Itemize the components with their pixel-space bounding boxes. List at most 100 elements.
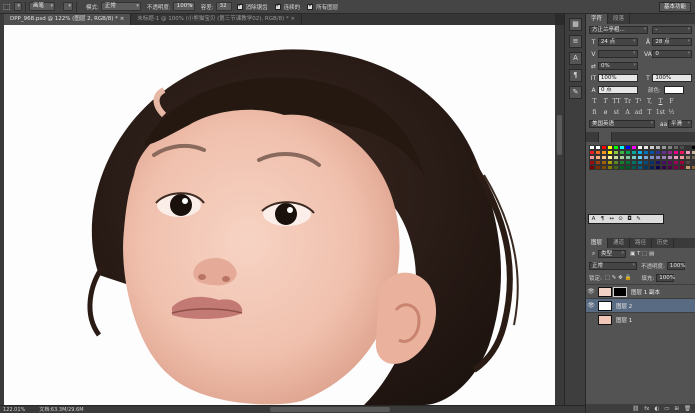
eye-icon[interactable]: 👁 bbox=[586, 288, 596, 295]
brush-icon[interactable]: ✎ bbox=[569, 86, 582, 99]
layer-filter-dropdown[interactable]: 类型 ▾ bbox=[598, 250, 626, 258]
tab-paragraph[interactable]: 段落 bbox=[608, 14, 631, 24]
fill-input[interactable]: 100% bbox=[656, 274, 675, 282]
faux-bold-button[interactable]: T bbox=[589, 98, 600, 105]
old-style-button[interactable]: ø bbox=[600, 109, 611, 116]
font-style-dropdown[interactable]: - ▾ bbox=[652, 26, 692, 34]
all-layers-checkbox[interactable] bbox=[307, 2, 313, 10]
fractions-button[interactable]: ½ bbox=[666, 109, 677, 116]
font-family-dropdown[interactable]: 方正兰亭粗... ▾ bbox=[589, 26, 649, 34]
document-canvas[interactable] bbox=[4, 25, 555, 405]
layer-opacity-input[interactable]: 100% bbox=[666, 262, 686, 270]
tolerance-input[interactable]: 32 bbox=[215, 2, 232, 11]
camera-icon[interactable]: ◘ bbox=[625, 216, 634, 222]
layer-row[interactable]: 👁 图层 1 副本 bbox=[586, 284, 695, 298]
scroll-thumb[interactable] bbox=[557, 115, 562, 155]
horizontal-scroll-thumb[interactable] bbox=[270, 407, 390, 412]
faux-italic-button[interactable]: T bbox=[600, 98, 611, 105]
anti-alias-checkbox[interactable] bbox=[236, 2, 243, 10]
vertical-scale-input[interactable]: 100% bbox=[597, 74, 638, 82]
eye-icon[interactable]: 👁 bbox=[586, 302, 596, 309]
contiguous-checkbox[interactable] bbox=[274, 2, 281, 10]
A-icon[interactable]: A bbox=[589, 216, 598, 222]
layer-name: 图层 1 bbox=[616, 317, 633, 324]
layer-row[interactable]: 👁 图层 2 bbox=[586, 298, 695, 312]
color-swatch[interactable] bbox=[691, 165, 695, 170]
link-icon[interactable]: ⛓ bbox=[632, 406, 639, 412]
mask-icon[interactable]: ◐ bbox=[654, 406, 659, 412]
all-caps-button[interactable]: TT bbox=[611, 98, 622, 105]
tab-layers[interactable]: 图层 bbox=[586, 238, 609, 248]
swash-button[interactable]: A bbox=[622, 109, 633, 116]
leading-input[interactable]: 28 点 ▾ bbox=[652, 38, 692, 46]
ordinals-button[interactable]: 1st bbox=[655, 109, 666, 116]
zoom-level[interactable]: 122.01% bbox=[3, 407, 25, 413]
paragraph-icon[interactable]: ¶ bbox=[598, 216, 607, 222]
titling-button[interactable]: ad bbox=[633, 109, 644, 116]
layer-mask-thumbnail[interactable] bbox=[613, 286, 627, 297]
all-layers-label: 所有图层 bbox=[316, 4, 339, 11]
opacity-input[interactable]: 100% ▾ bbox=[172, 2, 195, 11]
layers-panel-footer: ⛓ fx ◐ ▭ ⊞ 🗑 bbox=[586, 404, 695, 413]
lock-label: 锁定: bbox=[589, 276, 602, 282]
fx-icon[interactable]: fx bbox=[644, 406, 649, 412]
brush-picker[interactable]: ▾ bbox=[63, 2, 73, 11]
trash-icon[interactable]: 🗑 bbox=[684, 406, 691, 412]
baseline-shift-input[interactable]: 0 点 bbox=[598, 86, 638, 94]
text-color-swatch[interactable] bbox=[663, 86, 684, 94]
contextual-button[interactable]: T bbox=[644, 109, 655, 116]
layer-thumbnail bbox=[598, 286, 612, 297]
ligatures-button[interactable]: fi bbox=[589, 109, 600, 116]
close-icon[interactable]: × bbox=[120, 16, 125, 22]
tab-character[interactable]: 字符 bbox=[586, 14, 609, 24]
filter-icons[interactable]: ▣ T ⬚ ▤ bbox=[630, 251, 654, 257]
character-panel-toolstrip: A ¶ ↔ ⊙ ◘ ✎ bbox=[588, 214, 664, 224]
tab-history[interactable]: 历史 bbox=[652, 238, 675, 248]
tab-paths[interactable]: 路径 bbox=[630, 238, 653, 248]
tsume-input[interactable]: 0% ▾ bbox=[598, 62, 638, 70]
underline-button[interactable]: T bbox=[655, 98, 666, 105]
tab-color[interactable] bbox=[586, 132, 599, 142]
character-icon[interactable]: A bbox=[569, 52, 582, 65]
layer-blend-dropdown[interactable]: 正常 ▾ bbox=[589, 262, 637, 270]
move-icon[interactable]: ↔ bbox=[607, 216, 616, 222]
close-icon[interactable]: × bbox=[291, 16, 296, 22]
document-tab[interactable]: 未标题-1 @ 100% (小熊猫宝贝 (第三节课教学02), RGB/8) *… bbox=[131, 14, 303, 25]
wrench-icon[interactable]: ✎ bbox=[634, 216, 643, 222]
wand-icon[interactable]: ⊙ bbox=[616, 216, 625, 222]
brush-dropdown[interactable]: 画笔 ▾ bbox=[29, 2, 55, 11]
character-panel-tabs: 字符 段落 bbox=[586, 14, 695, 24]
panel-icon-column: ▦ ≡ A ¶ ✎ bbox=[564, 14, 585, 405]
history-icon[interactable]: ▦ bbox=[569, 18, 582, 31]
font-size-icon: T bbox=[591, 38, 596, 46]
tool-preset-dropdown[interactable]: ▾ bbox=[14, 2, 22, 11]
lock-icons[interactable]: ⬚ ✎ ✥ 🔒 bbox=[605, 275, 632, 281]
vertical-scrollbar[interactable] bbox=[555, 25, 564, 405]
search-icon: ⌕ bbox=[591, 250, 596, 257]
new-layer-icon[interactable]: ⊞ bbox=[674, 406, 679, 412]
new-group-icon[interactable]: ▭ bbox=[664, 406, 669, 412]
paragraph-icon[interactable]: ¶ bbox=[569, 69, 582, 82]
subscript-button[interactable]: T, bbox=[644, 98, 655, 105]
tab-channels[interactable]: 通道 bbox=[608, 238, 631, 248]
document-tab-active[interactable]: DPP_968.psd @ 122% (图层 2, RGB/8) * × bbox=[4, 14, 132, 25]
small-caps-button[interactable]: Tr bbox=[622, 98, 633, 105]
marquee-icon[interactable]: ⬚ bbox=[3, 2, 13, 12]
font-size-input[interactable]: 24 点 ▾ bbox=[597, 38, 638, 46]
antialias-dropdown[interactable]: 平滑 ▾ bbox=[668, 120, 692, 128]
workspace-switcher-button[interactable]: 基本功能 bbox=[658, 2, 691, 12]
anti-alias-label: 消除锯齿 bbox=[245, 4, 268, 11]
language-dropdown[interactable]: 美国英语 ▾ bbox=[589, 120, 655, 128]
strikethrough-button[interactable]: F bbox=[666, 98, 677, 105]
right-panels: 字符 段落 方正兰亭粗... ▾ - ▾ T 24 点 ▾ Å 28 点 ▾ V ▾ V… bbox=[585, 14, 695, 413]
kerning-input[interactable]: ▾ bbox=[597, 50, 638, 58]
mode-dropdown[interactable]: 正常 ▾ bbox=[100, 2, 141, 11]
layer-row[interactable]: 图层 1 bbox=[586, 312, 695, 326]
horizontal-scale-input[interactable]: 100% bbox=[652, 74, 692, 82]
tracking-input[interactable]: 0 ▾ bbox=[652, 50, 692, 58]
stylistic-button[interactable]: st bbox=[611, 109, 622, 116]
properties-icon[interactable]: ≡ bbox=[569, 35, 582, 48]
superscript-button[interactable]: T¹ bbox=[633, 98, 644, 105]
contiguous-label: 连续的 bbox=[283, 4, 301, 11]
tab-swatches[interactable] bbox=[598, 132, 612, 142]
